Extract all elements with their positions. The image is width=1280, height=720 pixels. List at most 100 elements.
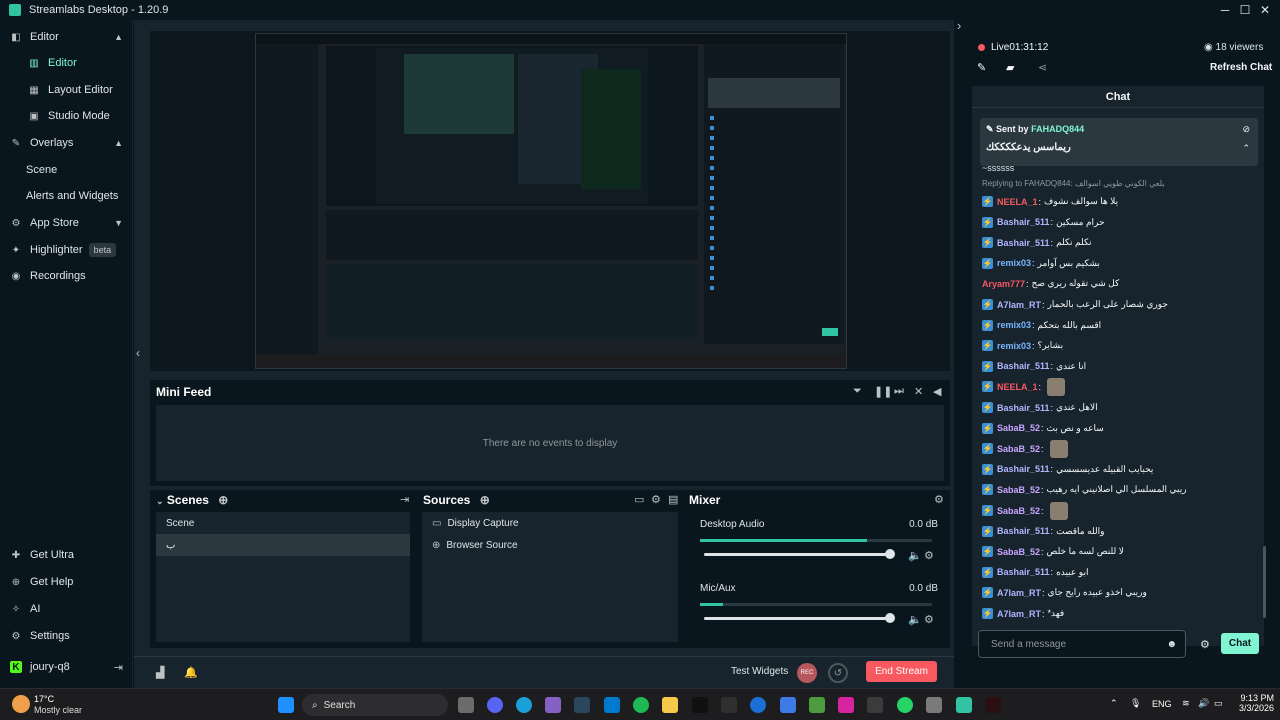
mute-icon[interactable]: 🔈 xyxy=(908,549,922,562)
notes-icon[interactable] xyxy=(780,697,796,713)
performance-icon[interactable]: ▟ xyxy=(156,666,164,679)
clock[interactable]: 9:13 PM 3/3/2026 xyxy=(1232,693,1274,713)
chat-username[interactable]: remix03 xyxy=(997,320,1031,330)
collapse-right-icon[interactable]: › xyxy=(957,18,961,33)
sidebar-item-studio-mode[interactable]: ▣ Studio Mode xyxy=(0,103,133,129)
end-stream-button[interactable]: End Stream xyxy=(866,661,937,682)
refresh-chat-button[interactable]: Refresh Chat xyxy=(1210,62,1272,73)
mixer-settings-icon[interactable]: ⚙ xyxy=(934,493,944,506)
sidebar-item-account[interactable]: K joury-q8 ⇥ xyxy=(0,654,133,680)
chat-username[interactable]: remix03 xyxy=(997,341,1031,351)
source-item[interactable]: ⊕ Browser Source xyxy=(422,534,678,556)
volume-handle[interactable] xyxy=(885,549,895,559)
chat-username[interactable]: SabaB_52 xyxy=(997,444,1040,454)
volume-icon[interactable]: 🔊 xyxy=(1198,698,1209,709)
chat-send-button[interactable]: Chat xyxy=(1221,633,1259,654)
app-icon[interactable] xyxy=(985,697,1001,713)
source-folder-icon[interactable]: ▤ xyxy=(668,493,678,506)
record-button[interactable]: REC xyxy=(797,663,817,683)
chat-username[interactable]: Bashair_511 xyxy=(997,464,1050,474)
whatsapp-icon[interactable] xyxy=(897,697,913,713)
chevron-up-icon[interactable]: ⌃ xyxy=(1242,143,1250,154)
task-view-icon[interactable] xyxy=(458,697,474,713)
sidebar-item-ai[interactable]: ✧ AI xyxy=(0,596,133,622)
chat-username[interactable]: Bashair_511 xyxy=(997,403,1050,413)
chat-username[interactable]: SabaB_52 xyxy=(997,506,1040,516)
chat-username[interactable]: Aryam777 xyxy=(982,279,1025,289)
source-item[interactable]: ▭ Display Capture xyxy=(422,512,678,534)
sidebar-item-get-ultra[interactable]: ✚ Get Ultra xyxy=(0,542,133,568)
sidebar-item-overlays[interactable]: ✎ Overlays ▲ xyxy=(0,130,133,156)
mute-icon[interactable]: 🔈 xyxy=(908,613,922,626)
wifi-icon[interactable]: ≋ xyxy=(1182,698,1190,709)
channel-settings-icon[interactable]: ⚙ xyxy=(924,549,934,562)
vs-icon[interactable] xyxy=(545,697,561,713)
chat-username[interactable]: Bashair_511 xyxy=(997,526,1050,536)
volume-slider[interactable] xyxy=(704,613,895,623)
dashboard-icon[interactable]: ▰ xyxy=(1006,61,1014,74)
unpin-icon[interactable]: ⊘ xyxy=(1242,124,1250,135)
volume-icon[interactable]: ◀ xyxy=(933,385,941,398)
chat-username[interactable]: A7lam_RT xyxy=(997,300,1041,310)
browser-icon[interactable] xyxy=(750,697,766,713)
sidebar-item-alerts[interactable]: Alerts and Widgets xyxy=(0,183,133,209)
sidebar-item-recordings[interactable]: ◉ Recordings xyxy=(0,263,133,289)
emoji-icon[interactable]: ☻ xyxy=(1166,639,1177,650)
sidebar-item-layout-editor[interactable]: ▦ Layout Editor xyxy=(0,77,133,103)
vscode-icon[interactable] xyxy=(604,697,620,713)
file-explorer-icon[interactable] xyxy=(662,697,678,713)
chat-username[interactable]: SabaB_52 xyxy=(997,485,1040,495)
chat-username[interactable]: NEELA_1 xyxy=(997,197,1038,207)
skip-icon[interactable]: ⏭ xyxy=(894,385,904,398)
chat-scrollbar[interactable] xyxy=(1263,546,1266,618)
edit-stream-icon[interactable]: ✎ xyxy=(977,61,986,74)
instagram-icon[interactable] xyxy=(838,697,854,713)
minecraft-icon[interactable] xyxy=(809,697,825,713)
chevron-down-icon[interactable]: ▼ xyxy=(114,218,123,228)
sidebar-item-editor[interactable]: ◧ Editor ▲ xyxy=(0,24,133,50)
collapse-left-icon[interactable]: ‹ xyxy=(136,346,140,360)
spotify-icon[interactable] xyxy=(633,697,649,713)
chat-settings-icon[interactable]: ⚙ xyxy=(1200,638,1210,651)
chat-input[interactable]: Send a message ☻ xyxy=(978,630,1186,658)
settings-app-icon[interactable] xyxy=(926,697,942,713)
tray-chevron-icon[interactable]: ⌃ xyxy=(1110,698,1118,709)
test-widgets-button[interactable]: Test Widgets xyxy=(731,666,788,677)
discord-icon[interactable] xyxy=(487,697,503,713)
chat-username[interactable]: A7lam_RT xyxy=(997,588,1041,598)
chat-username[interactable]: A7lam_RT xyxy=(997,609,1041,619)
scene-item[interactable]: ب xyxy=(156,534,410,556)
chat-username[interactable]: Bashair_511 xyxy=(997,361,1050,371)
terminal-icon[interactable] xyxy=(867,697,883,713)
add-source-icon[interactable]: ⊕ xyxy=(480,493,490,507)
chat-username[interactable]: Bashair_511 xyxy=(997,217,1050,227)
scene-transitions-icon[interactable]: ⇥ xyxy=(400,493,409,506)
pause-icon[interactable]: ❚❚ xyxy=(874,385,892,398)
chevron-down-icon[interactable]: ⌄ xyxy=(156,496,164,506)
chat-username[interactable]: SabaB_52 xyxy=(997,423,1040,433)
taskbar-search[interactable]: ⌕ Search xyxy=(302,694,448,716)
sidebar-item-highlighter[interactable]: ✦ Highlighter beta xyxy=(0,237,133,263)
app-icon[interactable] xyxy=(692,697,708,713)
volume-slider[interactable] xyxy=(704,549,895,559)
chat-username[interactable]: Bashair_511 xyxy=(997,567,1050,577)
source-settings-icon[interactable]: ⚙ xyxy=(651,493,661,506)
edge-icon[interactable] xyxy=(516,697,532,713)
replay-buffer-icon[interactable]: ↺ xyxy=(828,663,848,683)
epic-games-icon[interactable] xyxy=(721,697,737,713)
sidebar-item-scene[interactable]: Scene xyxy=(0,157,133,183)
chat-username[interactable]: remix03 xyxy=(997,258,1031,268)
steam-icon[interactable] xyxy=(574,697,590,713)
notifications-icon[interactable]: 🔔 xyxy=(184,666,198,679)
battery-icon[interactable]: ▭ xyxy=(1214,698,1223,709)
channel-settings-icon[interactable]: ⚙ xyxy=(924,613,934,626)
volume-handle[interactable] xyxy=(885,613,895,623)
add-scene-icon[interactable]: ⊕ xyxy=(218,493,228,507)
start-icon[interactable] xyxy=(278,697,294,713)
chevron-up-icon[interactable]: ▲ xyxy=(114,138,123,148)
chevron-up-icon[interactable]: ▲ xyxy=(114,32,123,42)
chat-username[interactable]: Bashair_511 xyxy=(997,238,1050,248)
language-indicator[interactable]: ENG xyxy=(1152,699,1172,709)
sidebar-item-settings[interactable]: ⚙ Settings xyxy=(0,623,133,649)
chat-username[interactable]: NEELA_1 xyxy=(997,382,1038,392)
